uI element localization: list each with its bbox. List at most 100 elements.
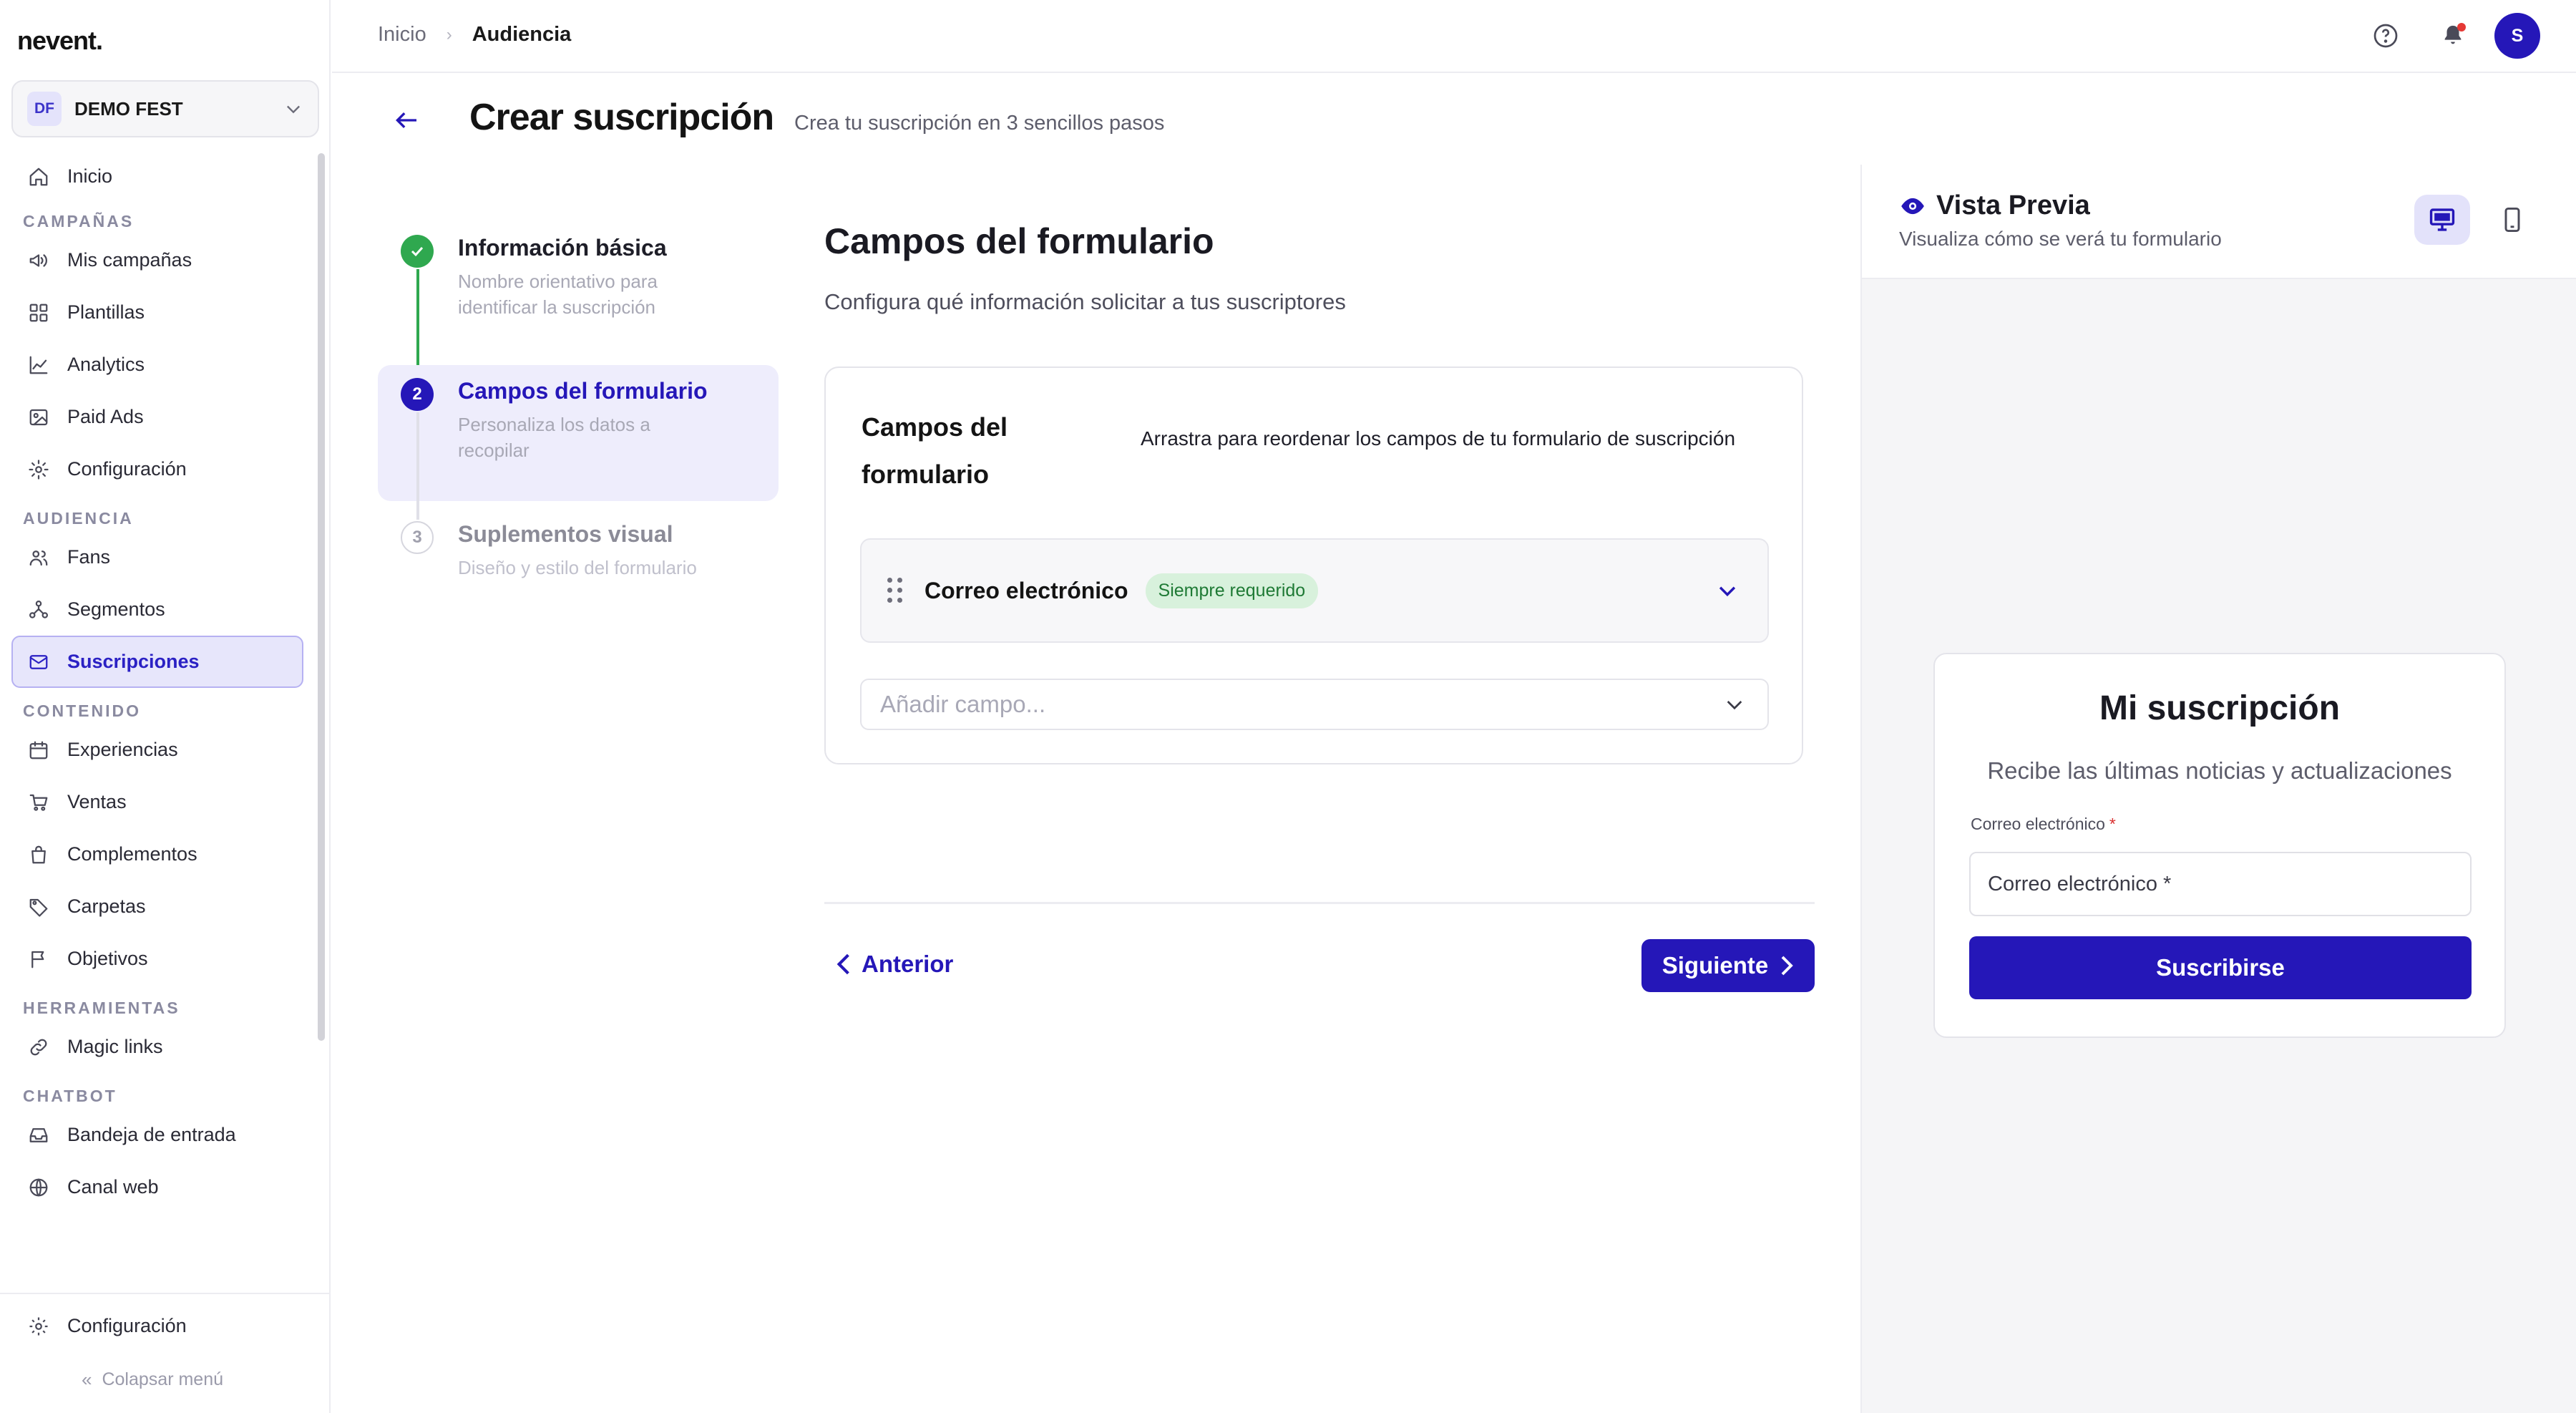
previous-button[interactable]: Anterior: [836, 943, 953, 985]
sidebar-item-label: Objetivos: [67, 948, 148, 969]
sidebar-item-label: Ventas: [67, 791, 127, 812]
sidebar-item-analytics[interactable]: Analytics: [0, 339, 315, 391]
chevron-down-icon: [1720, 690, 1749, 719]
step-number: 3: [401, 521, 434, 554]
preview-header: Vista Previa Visualiza cómo se verá tu f…: [1862, 165, 2576, 279]
sidebar-item-objetivos[interactable]: Objetivos: [0, 933, 315, 985]
gear-icon: [27, 1315, 50, 1338]
step-title: Información básica: [458, 235, 667, 261]
sidebar-item-ventas[interactable]: Ventas: [0, 776, 315, 828]
link-icon: [27, 1036, 50, 1059]
next-button[interactable]: Siguiente: [1641, 939, 1815, 992]
sidebar-item-label: Magic links: [67, 1036, 163, 1057]
field-label: Correo electrónico: [924, 577, 1128, 603]
flag-icon: [27, 948, 50, 971]
section-title: Campos del formulario: [824, 221, 1214, 261]
step-desc: Diseño y estilo del formulario: [458, 557, 697, 578]
sidebar-item-bandeja-de-entrada[interactable]: Bandeja de entrada: [0, 1109, 315, 1161]
sidebar-section-heading: CONTENIDO: [23, 701, 141, 720]
subscribe-button[interactable]: Suscribirse: [1969, 936, 2472, 999]
sidebar-item-inicio[interactable]: Inicio: [0, 150, 315, 203]
sidebar-item-plantillas[interactable]: Plantillas: [0, 286, 315, 339]
phone-icon: [2504, 207, 2520, 233]
sidebar-item-suscripciones[interactable]: Suscripciones: [11, 636, 303, 688]
sidebar-scrollbar[interactable]: [318, 153, 325, 1041]
bag-icon: [27, 843, 50, 866]
step-desc: Personaliza los datos a recopilar: [458, 414, 650, 461]
sidebar-footer: Configuración: [0, 1293, 331, 1352]
sidebar-item-paid-ads[interactable]: Paid Ads: [0, 391, 315, 443]
sidebar-item-magic-links[interactable]: Magic links: [0, 1021, 315, 1073]
form-field-item[interactable]: Correo electrónico Siempre requerido: [860, 538, 1769, 643]
chevron-down-icon: [287, 105, 300, 114]
sidebar-item-label: Analytics: [67, 354, 145, 375]
preview-form-description: Recibe las últimas noticias y actualizac…: [1987, 757, 2452, 784]
sidebar-item-experiencias[interactable]: Experiencias: [0, 724, 315, 776]
previous-label: Anterior: [862, 951, 954, 977]
eye-icon: [1901, 198, 1924, 214]
gear-icon: [27, 458, 50, 481]
step-connector: [416, 412, 419, 520]
app-logo[interactable]: nevent.: [17, 26, 103, 56]
breadcrumb-home[interactable]: Inicio: [378, 23, 426, 47]
help-icon[interactable]: [2371, 21, 2400, 50]
step-connector: [416, 269, 419, 377]
preview-input-placeholder: Correo electrónico *: [1988, 872, 2172, 895]
sidebar-item-label: Plantillas: [67, 301, 145, 323]
check-icon: [401, 235, 434, 268]
sidebar-section-heading: HERRAMIENTAS: [23, 999, 180, 1017]
preview-title-text: Vista Previa: [1936, 190, 2090, 220]
sidebar-item-canal-web[interactable]: Canal web: [0, 1161, 315, 1213]
preview-email-input[interactable]: Correo electrónico *: [1969, 852, 2472, 916]
top-bar: Inicio › Audiencia: [332, 0, 2576, 73]
inbox-icon: [27, 1124, 50, 1147]
sidebar-item-label: Paid Ads: [67, 406, 144, 427]
form-fields-card: Campos del formulario Arrastra para reor…: [824, 366, 1803, 764]
sidebar-item-label: Carpetas: [67, 895, 146, 917]
sidebar-section-heading: CAMPAÑAS: [23, 212, 135, 230]
chevron-down-icon[interactable]: [1713, 576, 1742, 605]
section-subtitle: Configura qué información solicitar a tu…: [824, 289, 1346, 314]
sidebar-item-configuracion[interactable]: Configuración: [0, 443, 315, 495]
sidebar-item-segmentos[interactable]: Segmentos: [0, 583, 315, 636]
step-visual[interactable]: 3 Suplementos visual Diseño y estilo del…: [378, 508, 779, 616]
globe-icon: [27, 1176, 50, 1199]
drag-handle-icon[interactable]: [887, 578, 903, 603]
back-button[interactable]: [389, 106, 424, 135]
sidebar-section-heading: CHATBOT: [23, 1087, 117, 1105]
organization-selector[interactable]: DF DEMO FEST: [11, 80, 319, 137]
notification-dot: [2457, 23, 2466, 31]
card-title: Campos del formulario: [862, 412, 1008, 489]
sidebar-item-label: Mis campañas: [67, 249, 192, 271]
user-avatar[interactable]: S: [2494, 13, 2540, 59]
bell-icon[interactable]: [2439, 21, 2467, 50]
sidebar-item-mis-campanas[interactable]: Mis campañas: [0, 234, 315, 286]
sidebar-item-complementos[interactable]: Complementos: [0, 828, 315, 880]
mobile-view-button[interactable]: [2484, 195, 2540, 245]
page-subtitle: Crea tu suscripción en 3 sencillos pasos: [794, 112, 1165, 135]
segments-icon: [27, 598, 50, 621]
chart-line-icon: [27, 354, 50, 377]
grid-icon: [27, 301, 50, 324]
sidebar-item-carpetas[interactable]: Carpetas: [0, 880, 315, 933]
collapse-menu-button[interactable]: « Colapsar menú: [82, 1369, 223, 1391]
collapse-label: Colapsar menú: [102, 1369, 223, 1389]
sidebar-item-label: Experiencias: [67, 739, 178, 760]
sidebar-item-label: Suscripciones: [67, 651, 200, 672]
preview-field-label-text: Correo electrónico: [1971, 815, 2105, 833]
step-basic-info[interactable]: Información básica Nombre orientativo pa…: [378, 222, 779, 377]
step-form-fields[interactable]: 2 Campos del formulario Personaliza los …: [378, 365, 779, 520]
sidebar-item-fans[interactable]: Fans: [0, 531, 315, 583]
calendar-icon: [27, 739, 50, 762]
add-field-select[interactable]: Añadir campo...: [860, 679, 1769, 730]
subscription-form-preview: Mi suscripción Recibe las últimas notici…: [1933, 653, 2506, 1038]
mail-icon: [27, 651, 50, 674]
desktop-view-button[interactable]: [2414, 195, 2470, 245]
card-description: Arrastra para reordenar los campos de tu…: [1141, 427, 1736, 450]
sidebar-item-settings-bottom[interactable]: Configuración: [0, 1300, 331, 1352]
cart-icon: [27, 791, 50, 814]
monitor-icon: [2429, 208, 2455, 231]
chevron-right-icon: ›: [446, 24, 452, 44]
sidebar-item-label: Segmentos: [67, 598, 165, 620]
add-field-placeholder: Añadir campo...: [880, 691, 1046, 717]
